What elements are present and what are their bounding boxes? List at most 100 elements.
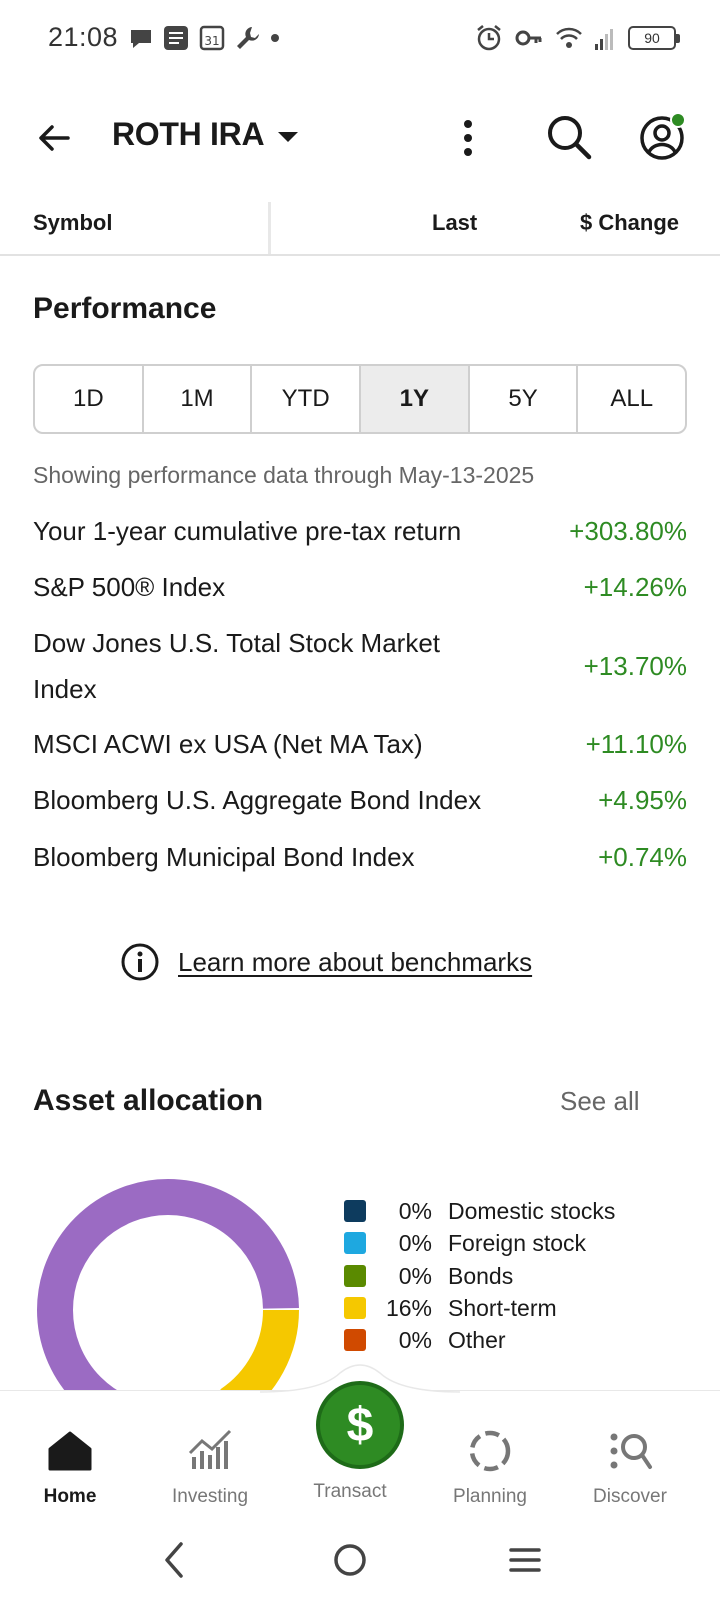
- more-vertical-icon[interactable]: [456, 116, 480, 160]
- nav-discover-label: Discover: [593, 1486, 667, 1507]
- status-time: 21:08: [48, 22, 119, 52]
- period-selector: 1D 1M YTD 1Y 5Y ALL: [33, 364, 687, 434]
- legend-percent: 0%: [398, 1326, 432, 1353]
- system-navigation-bar: [0, 1510, 720, 1612]
- performance-row: Bloomberg U.S. Aggregate Bond Index +4.9…: [33, 777, 687, 823]
- chevron-down-icon: [278, 131, 299, 142]
- profile-icon[interactable]: [638, 110, 690, 162]
- legend-percent: 16%: [385, 1294, 432, 1321]
- performance-row-label: MSCI ACWI ex USA (Net MA Tax): [33, 729, 423, 759]
- legend-swatch: [344, 1200, 366, 1222]
- legend-item: 0% Bonds: [344, 1261, 513, 1291]
- legend-item: 0% Other: [344, 1325, 506, 1355]
- legend-label: Foreign stock: [448, 1229, 587, 1256]
- battery-icon: 90: [628, 26, 680, 50]
- planning-circle-icon: [469, 1430, 511, 1472]
- performance-row-label: S&P 500® Index: [33, 572, 226, 602]
- discover-search-icon: [610, 1433, 652, 1469]
- column-last[interactable]: Last: [432, 210, 477, 236]
- home-icon: [48, 1431, 92, 1471]
- period-ytd[interactable]: YTD: [252, 366, 362, 432]
- column-change[interactable]: $ Change: [580, 210, 679, 236]
- performance-row-value: +11.10%: [585, 729, 687, 759]
- learn-more-benchmarks[interactable]: Learn more about benchmarks: [120, 940, 532, 984]
- positions-column-header: Symbol Last $ Change: [0, 202, 720, 256]
- legend-item: 0% Foreign stock: [344, 1228, 586, 1258]
- legend-percent: 0%: [398, 1229, 432, 1256]
- performance-row-value: +303.80%: [569, 516, 687, 546]
- dollar-icon: $: [316, 1381, 404, 1469]
- nav-home-label: Home: [43, 1486, 97, 1507]
- performance-row-label: Dow Jones U.S. Total Stock Market Index: [33, 628, 441, 704]
- legend-label: Bonds: [448, 1262, 514, 1289]
- performance-row-value: +4.95%: [598, 785, 687, 815]
- search-icon[interactable]: [544, 112, 594, 162]
- performance-row-label: Bloomberg U.S. Aggregate Bond Index: [33, 785, 482, 815]
- nav-investing-label: Investing: [171, 1486, 249, 1507]
- performance-row-label: Bloomberg Municipal Bond Index: [33, 842, 415, 872]
- legend-percent: 0%: [398, 1262, 432, 1289]
- alarm-icon: [477, 25, 501, 51]
- back-arrow-icon[interactable]: [32, 116, 76, 160]
- performance-row-value: +13.70%: [583, 651, 687, 681]
- legend-label: Domestic stocks: [448, 1197, 616, 1224]
- wifi-icon: [556, 27, 582, 48]
- asset-allocation-title: Asset allocation: [33, 1084, 264, 1117]
- nav-discover[interactable]: Discover: [560, 1423, 700, 1508]
- performance-row: Dow Jones U.S. Total Stock Market Index …: [33, 620, 687, 712]
- app-bar: ROTH IRA: [0, 96, 720, 180]
- legend-swatch: [344, 1329, 366, 1351]
- message-icon: [164, 26, 188, 50]
- legend-item: 16% Short-term: [344, 1293, 557, 1323]
- period-1d[interactable]: 1D: [35, 366, 144, 432]
- performance-row: Your 1-year cumulative pre-tax return +3…: [33, 508, 687, 554]
- period-1y[interactable]: 1Y: [361, 366, 470, 432]
- battery-level: 90: [644, 30, 660, 46]
- legend-swatch: [344, 1232, 366, 1254]
- performance-row-value: +14.26%: [583, 572, 687, 602]
- learn-more-link[interactable]: Learn more about benchmarks: [178, 947, 532, 978]
- performance-row-label: Your 1-year cumulative pre-tax return: [33, 516, 462, 546]
- nav-transact[interactable]: $ Transact: [280, 1381, 420, 1503]
- home-circle-icon[interactable]: [320, 1530, 380, 1590]
- column-divider: [268, 202, 271, 254]
- recents-menu-icon[interactable]: [495, 1530, 555, 1590]
- period-all[interactable]: ALL: [578, 366, 685, 432]
- performance-row: Bloomberg Municipal Bond Index +0.74%: [33, 834, 687, 880]
- status-bar: 21:08 31 90: [0, 0, 720, 76]
- wrench-icon: [237, 27, 259, 49]
- performance-row: S&P 500® Index +14.26%: [33, 564, 687, 610]
- account-selector[interactable]: ROTH IRA: [112, 116, 299, 153]
- investing-chart-icon: [188, 1429, 232, 1469]
- period-1m[interactable]: 1M: [144, 366, 253, 432]
- nav-planning[interactable]: Planning: [420, 1423, 560, 1508]
- status-left-icons: 31: [128, 24, 280, 52]
- performance-row-value: +0.74%: [598, 842, 687, 872]
- legend-percent: 0%: [398, 1197, 432, 1224]
- key-icon: [515, 30, 542, 46]
- account-title: ROTH IRA: [112, 116, 265, 152]
- period-5y[interactable]: 5Y: [470, 366, 579, 432]
- performance-row: MSCI ACWI ex USA (Net MA Tax) +11.10%: [33, 721, 687, 767]
- see-all-link[interactable]: See all: [560, 1086, 640, 1117]
- nav-investing[interactable]: Investing: [140, 1423, 280, 1508]
- nav-transact-label: Transact: [313, 1481, 387, 1502]
- column-symbol[interactable]: Symbol: [33, 210, 112, 236]
- svg-text:31: 31: [204, 34, 219, 48]
- info-icon: [121, 943, 159, 981]
- status-right-icons: 90: [474, 22, 680, 54]
- nav-home[interactable]: Home: [0, 1423, 140, 1508]
- signal-icon: [595, 29, 613, 50]
- legend-label: Short-term: [448, 1294, 557, 1321]
- chat-icon: [131, 30, 151, 48]
- performance-through-date: Showing performance data through May-13-…: [33, 462, 535, 488]
- bottom-navigation: Home Investing $ Transact Planning Disco…: [0, 1364, 720, 1510]
- legend-swatch: [344, 1265, 366, 1287]
- legend-swatch: [344, 1297, 366, 1319]
- legend-item: 0% Domestic stocks: [344, 1196, 615, 1226]
- performance-title: Performance: [33, 292, 217, 325]
- calendar-icon: 31: [199, 25, 225, 51]
- back-icon[interactable]: [145, 1530, 205, 1590]
- nav-planning-label: Planning: [453, 1486, 527, 1507]
- legend-label: Other: [448, 1326, 506, 1353]
